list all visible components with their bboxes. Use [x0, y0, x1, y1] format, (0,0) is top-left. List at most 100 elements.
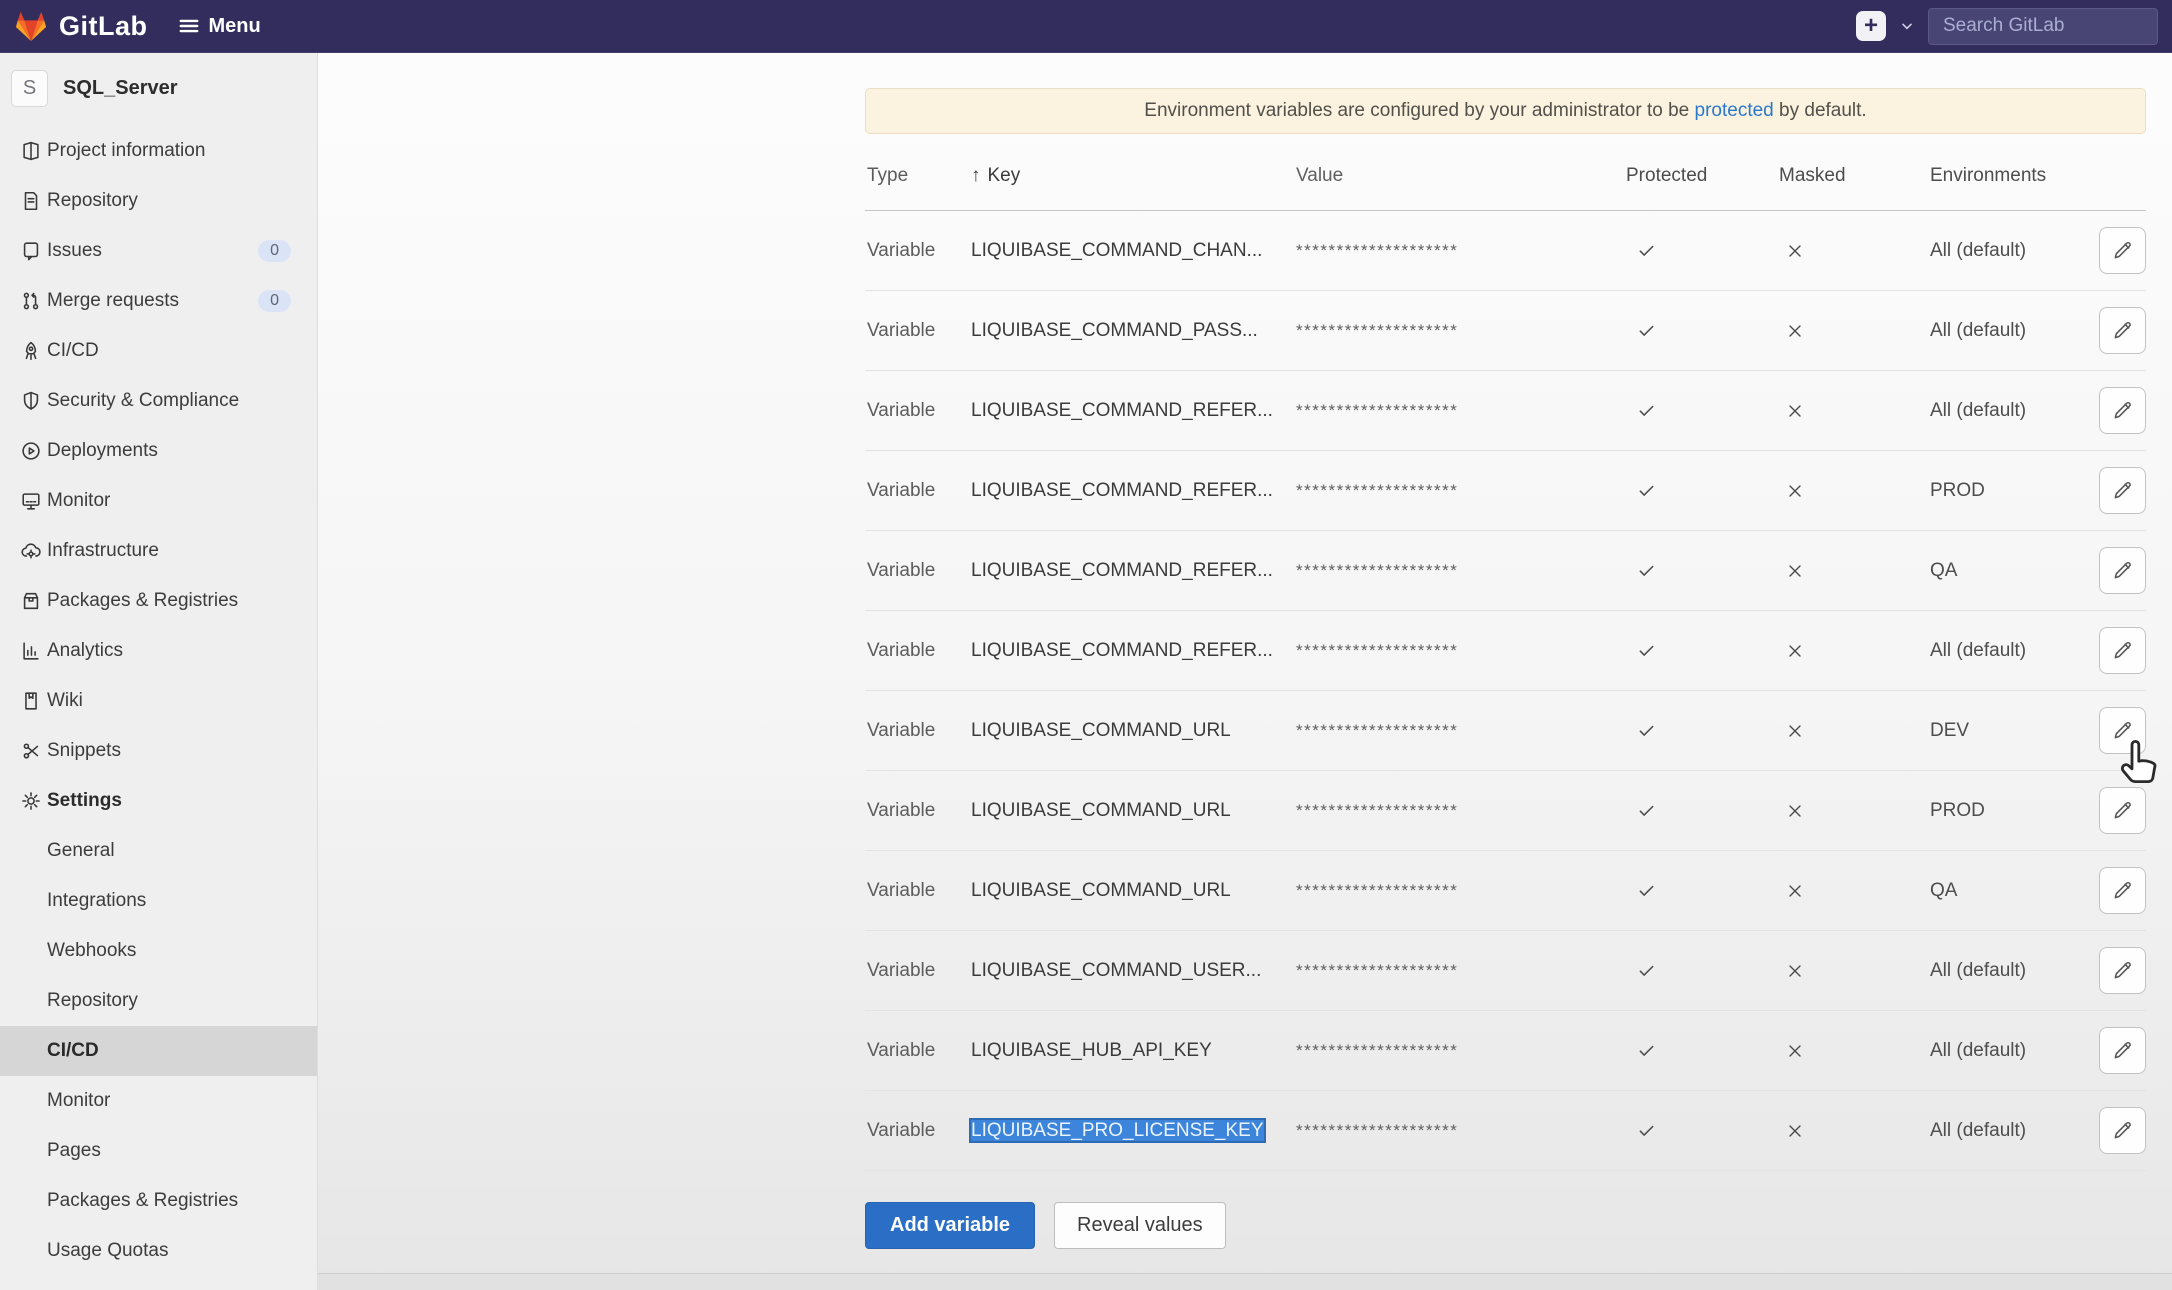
protected-link[interactable]: protected	[1695, 100, 1774, 122]
sidebar-item-analytics[interactable]: Analytics	[0, 626, 317, 676]
variable-row: Variable LIQUIBASE_COMMAND_URL *********…	[865, 771, 2146, 851]
masked-x-icon	[1785, 801, 1805, 821]
deployments-icon	[20, 440, 43, 462]
variable-type: Variable	[865, 880, 971, 902]
monitor-icon	[20, 490, 43, 512]
settings-submenu-integrations[interactable]: Integrations	[0, 876, 317, 926]
masked-x-icon	[1785, 1041, 1805, 1061]
settings-icon	[20, 790, 43, 812]
protected-check-icon	[1636, 1120, 1657, 1141]
settings-submenu-packages-registries[interactable]: Packages & Registries	[0, 1176, 317, 1226]
edit-variable-button[interactable]	[2099, 627, 2146, 674]
sidebar-item-monitor[interactable]: Monitor	[0, 476, 317, 526]
submenu-item-label: General	[47, 840, 115, 862]
sidebar-item-project-information[interactable]: Project information	[0, 126, 317, 176]
sidebar-item-merge-requests[interactable]: Merge requests 0	[0, 276, 317, 326]
settings-submenu-pages[interactable]: Pages	[0, 1126, 317, 1176]
variable-masked-value: ********************	[1296, 721, 1626, 741]
menu-button[interactable]: Menu	[178, 15, 261, 38]
variable-masked-value: ********************	[1296, 1121, 1626, 1141]
variable-key: LIQUIBASE_COMMAND_REFER...	[971, 400, 1273, 421]
edit-variable-button[interactable]	[2099, 787, 2146, 834]
sidebar-item-ci-cd[interactable]: CI/CD	[0, 326, 317, 376]
sidebar-item-infrastructure[interactable]: Infrastructure	[0, 526, 317, 576]
variable-type: Variable	[865, 320, 971, 342]
mouse-hand-cursor	[2116, 737, 2166, 793]
banner-text: Environment variables are configured by …	[1144, 100, 1694, 122]
variable-row: Variable LIQUIBASE_COMMAND_REFER... ****…	[865, 531, 2146, 611]
settings-submenu-monitor[interactable]: Monitor	[0, 1076, 317, 1126]
search-input[interactable]	[1928, 8, 2158, 45]
variable-row: Variable LIQUIBASE_COMMAND_CHAN... *****…	[865, 211, 2146, 291]
sidebar-item-deployments[interactable]: Deployments	[0, 426, 317, 476]
variable-row: Variable LIQUIBASE_COMMAND_REFER... ****…	[865, 611, 2146, 691]
variable-row: Variable LIQUIBASE_COMMAND_REFER... ****…	[865, 371, 2146, 451]
project-header[interactable]: S SQL_Server	[0, 53, 317, 120]
masked-x-icon	[1785, 241, 1805, 261]
packages-icon	[20, 590, 43, 612]
variable-environments: QA	[1930, 560, 2099, 582]
variables-table-header: Type ↑Key Value Protected Masked Environ…	[865, 134, 2146, 211]
banner-text: by default.	[1774, 100, 1867, 122]
wiki-icon	[20, 690, 43, 712]
project-avatar: S	[11, 70, 48, 107]
protected-check-icon	[1636, 320, 1657, 341]
variable-key: LIQUIBASE_HUB_API_KEY	[971, 1040, 1212, 1061]
variable-type: Variable	[865, 480, 971, 502]
analytics-icon	[20, 640, 43, 662]
submenu-item-label: Integrations	[47, 890, 146, 912]
sidebar-item-issues[interactable]: Issues 0	[0, 226, 317, 276]
edit-variable-button[interactable]	[2099, 307, 2146, 354]
header-key-sortable[interactable]: ↑Key	[971, 165, 1296, 187]
edit-variable-button[interactable]	[2099, 1107, 2146, 1154]
chevron-down-icon[interactable]	[1899, 18, 1915, 34]
sidebar-item-label: Deployments	[47, 440, 158, 462]
new-item-button[interactable]: +	[1856, 11, 1886, 41]
gitlab-logo[interactable]: GitLab	[14, 10, 148, 42]
settings-submenu-general[interactable]: General	[0, 826, 317, 876]
edit-variable-button[interactable]	[2099, 387, 2146, 434]
edit-variable-button[interactable]	[2099, 867, 2146, 914]
edit-variable-button[interactable]	[2099, 547, 2146, 594]
variable-masked-value: ********************	[1296, 1041, 1626, 1061]
submenu-item-label: CI/CD	[47, 1040, 99, 1062]
add-variable-button[interactable]: Add variable	[865, 1202, 1035, 1249]
sidebar-item-snippets[interactable]: Snippets	[0, 726, 317, 776]
masked-x-icon	[1785, 401, 1805, 421]
variable-row: Variable LIQUIBASE_COMMAND_REFER... ****…	[865, 451, 2146, 531]
count-badge: 0	[258, 290, 291, 312]
edit-variable-button[interactable]	[2099, 947, 2146, 994]
variable-environments: All (default)	[1930, 1040, 2099, 1062]
variable-row: Variable LIQUIBASE_PRO_LICENSE_KEY *****…	[865, 1091, 2146, 1171]
variable-masked-value: ********************	[1296, 321, 1626, 341]
sidebar-item-packages-registries[interactable]: Packages & Registries	[0, 576, 317, 626]
hamburger-icon	[178, 15, 200, 37]
sidebar-item-repository[interactable]: Repository	[0, 176, 317, 226]
variable-row: Variable LIQUIBASE_COMMAND_USER... *****…	[865, 931, 2146, 1011]
variable-row: Variable LIQUIBASE_HUB_API_KEY *********…	[865, 1011, 2146, 1091]
submenu-item-label: Usage Quotas	[47, 1240, 168, 1262]
variable-environments: PROD	[1930, 480, 2099, 502]
reveal-values-button[interactable]: Reveal values	[1054, 1202, 1226, 1249]
variable-environments: All (default)	[1930, 1120, 2099, 1142]
merge-requests-icon	[20, 290, 43, 312]
edit-variable-button[interactable]	[2099, 1027, 2146, 1074]
sidebar-item-settings[interactable]: Settings	[0, 776, 317, 826]
protected-check-icon	[1636, 960, 1657, 981]
variable-type: Variable	[865, 640, 971, 662]
settings-submenu-webhooks[interactable]: Webhooks	[0, 926, 317, 976]
edit-variable-button[interactable]	[2099, 227, 2146, 274]
admin-protected-banner: Environment variables are configured by …	[865, 88, 2146, 134]
sidebar-item-wiki[interactable]: Wiki	[0, 676, 317, 726]
variable-environments: All (default)	[1930, 240, 2099, 262]
settings-submenu-ci-cd[interactable]: CI/CD	[0, 1026, 317, 1076]
sidebar-item-label: Settings	[47, 790, 122, 812]
settings-submenu-usage-quotas[interactable]: Usage Quotas	[0, 1226, 317, 1276]
gitlab-tanuki-icon	[14, 10, 48, 42]
edit-variable-button[interactable]	[2099, 467, 2146, 514]
sidebar-item-label: Monitor	[47, 490, 110, 512]
sidebar-item-security-compliance[interactable]: Security & Compliance	[0, 376, 317, 426]
settings-submenu-repository[interactable]: Repository	[0, 976, 317, 1026]
variable-type: Variable	[865, 1120, 971, 1142]
protected-check-icon	[1636, 800, 1657, 821]
